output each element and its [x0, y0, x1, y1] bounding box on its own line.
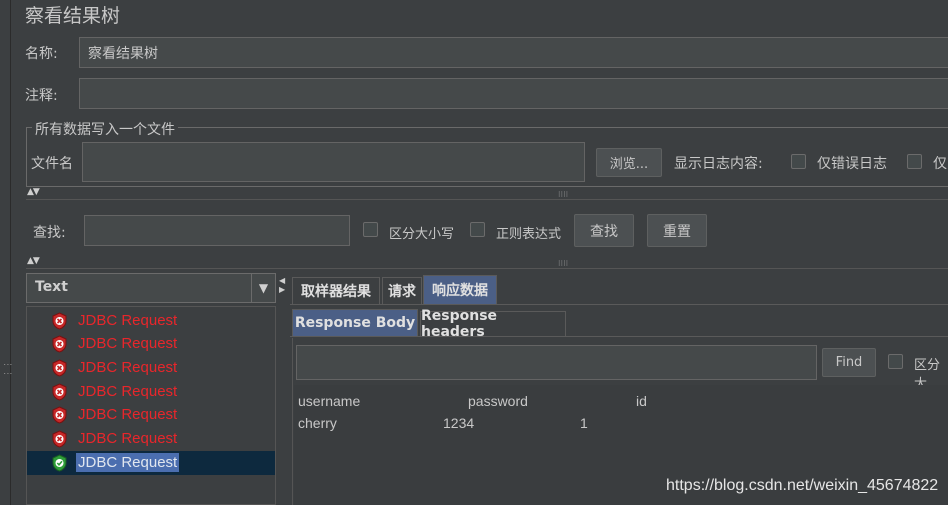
tree-item-label: JDBC Request: [78, 312, 178, 329]
response-case-checkbox[interactable]: [888, 354, 903, 369]
tab-request[interactable]: 请求: [382, 277, 422, 304]
watermark-text: https://blog.csdn.net/weixin_45674822: [666, 477, 939, 494]
collapse-arrows-icon[interactable]: ▲▼: [27, 256, 40, 266]
response-cell-password: 1234: [443, 415, 475, 431]
left-collapse-strip[interactable]: ⋮⋮: [0, 0, 12, 505]
tree-item[interactable]: JDBC Request: [27, 356, 275, 380]
error-shield-icon: [52, 359, 67, 377]
error-shield-icon: [52, 335, 67, 353]
errors-only-label: 仅错误日志: [817, 156, 887, 172]
browse-button[interactable]: 浏览...: [596, 148, 662, 177]
subtabs-baseline: [290, 336, 948, 337]
comment-label: 注释:: [25, 88, 58, 104]
search-input[interactable]: [84, 215, 350, 246]
chevron-down-icon[interactable]: ▼: [251, 274, 275, 302]
errors-only-checkbox[interactable]: [791, 154, 806, 169]
tree-item[interactable]: JDBC Request: [27, 332, 275, 356]
filename-label: 文件名: [31, 156, 73, 172]
splitter-line: [26, 268, 948, 269]
tree-item[interactable]: JDBC Request: [27, 309, 275, 333]
comment-input[interactable]: [79, 78, 948, 109]
tabs-baseline: [290, 304, 948, 305]
error-shield-icon: [52, 383, 67, 401]
response-header-password: password: [468, 393, 528, 409]
results-tree: JDBC Request JDBC Request JDBC Request J…: [26, 306, 276, 505]
error-shield-icon: [52, 430, 67, 448]
tree-item-label: JDBC Request: [76, 453, 180, 472]
search-label: 查找:: [33, 225, 66, 241]
error-shield-icon: [52, 312, 67, 330]
find-button[interactable]: 查找: [574, 214, 634, 247]
renderer-select[interactable]: Text ▼: [26, 273, 276, 303]
name-label: 名称:: [25, 46, 58, 62]
splitter-grip-icon[interactable]: ⁝⁝⁝⁝: [558, 259, 568, 268]
response-header-username: username: [298, 393, 361, 409]
tree-item[interactable]: JDBC Request: [27, 403, 275, 427]
tab-response-body[interactable]: Response Body: [292, 309, 418, 336]
tree-item-label: JDBC Request: [78, 335, 178, 352]
success-shield-icon: [52, 454, 67, 472]
regex-label: 正则表达式: [496, 227, 562, 242]
splitter-line: [26, 199, 948, 200]
response-find-button[interactable]: Find: [822, 348, 876, 377]
tree-item-selected[interactable]: JDBC Request: [27, 451, 275, 475]
collapse-arrows-icon[interactable]: ◀ ▶: [279, 276, 285, 294]
regex-checkbox[interactable]: [470, 222, 485, 237]
collapse-arrows-icon[interactable]: ▲▼: [27, 187, 40, 197]
tab-response-headers[interactable]: Response headers: [420, 308, 566, 340]
name-input[interactable]: 察看结果树: [79, 37, 948, 68]
reset-button[interactable]: 重置: [647, 214, 707, 247]
tree-item-label: JDBC Request: [78, 406, 178, 423]
tree-item[interactable]: JDBC Request: [27, 427, 275, 451]
response-cell-id: 1: [580, 415, 588, 431]
log-content-label: 显示日志内容:: [674, 156, 763, 172]
response-search-input[interactable]: [296, 345, 817, 380]
tree-item-label: JDBC Request: [78, 430, 178, 447]
grip-icon: ⋮⋮: [2, 360, 12, 378]
filename-input[interactable]: [82, 142, 585, 182]
tree-item-label: JDBC Request: [78, 383, 178, 400]
panel-title: 察看结果树: [25, 5, 121, 27]
case-sensitive-label: 区分大小写: [389, 227, 455, 242]
success-only-label: 仅: [933, 156, 947, 172]
tab-response-data[interactable]: 响应数据: [423, 275, 497, 304]
vertical-splitter[interactable]: ◀ ▶: [278, 270, 288, 505]
tree-item-label: JDBC Request: [78, 359, 178, 376]
response-header-id: id: [636, 393, 647, 409]
splitter-grip-icon[interactable]: ⁝⁝⁝⁝: [558, 190, 568, 199]
renderer-select-value: Text: [35, 279, 68, 295]
file-group-title: 所有数据写入一个文件: [32, 119, 178, 139]
tree-item[interactable]: JDBC Request: [27, 380, 275, 404]
success-only-checkbox[interactable]: [907, 154, 922, 169]
case-sensitive-checkbox[interactable]: [363, 222, 378, 237]
error-shield-icon: [52, 406, 67, 424]
tab-sampler-result[interactable]: 取样器结果: [292, 277, 380, 304]
response-cell-username: cherry: [298, 415, 337, 431]
